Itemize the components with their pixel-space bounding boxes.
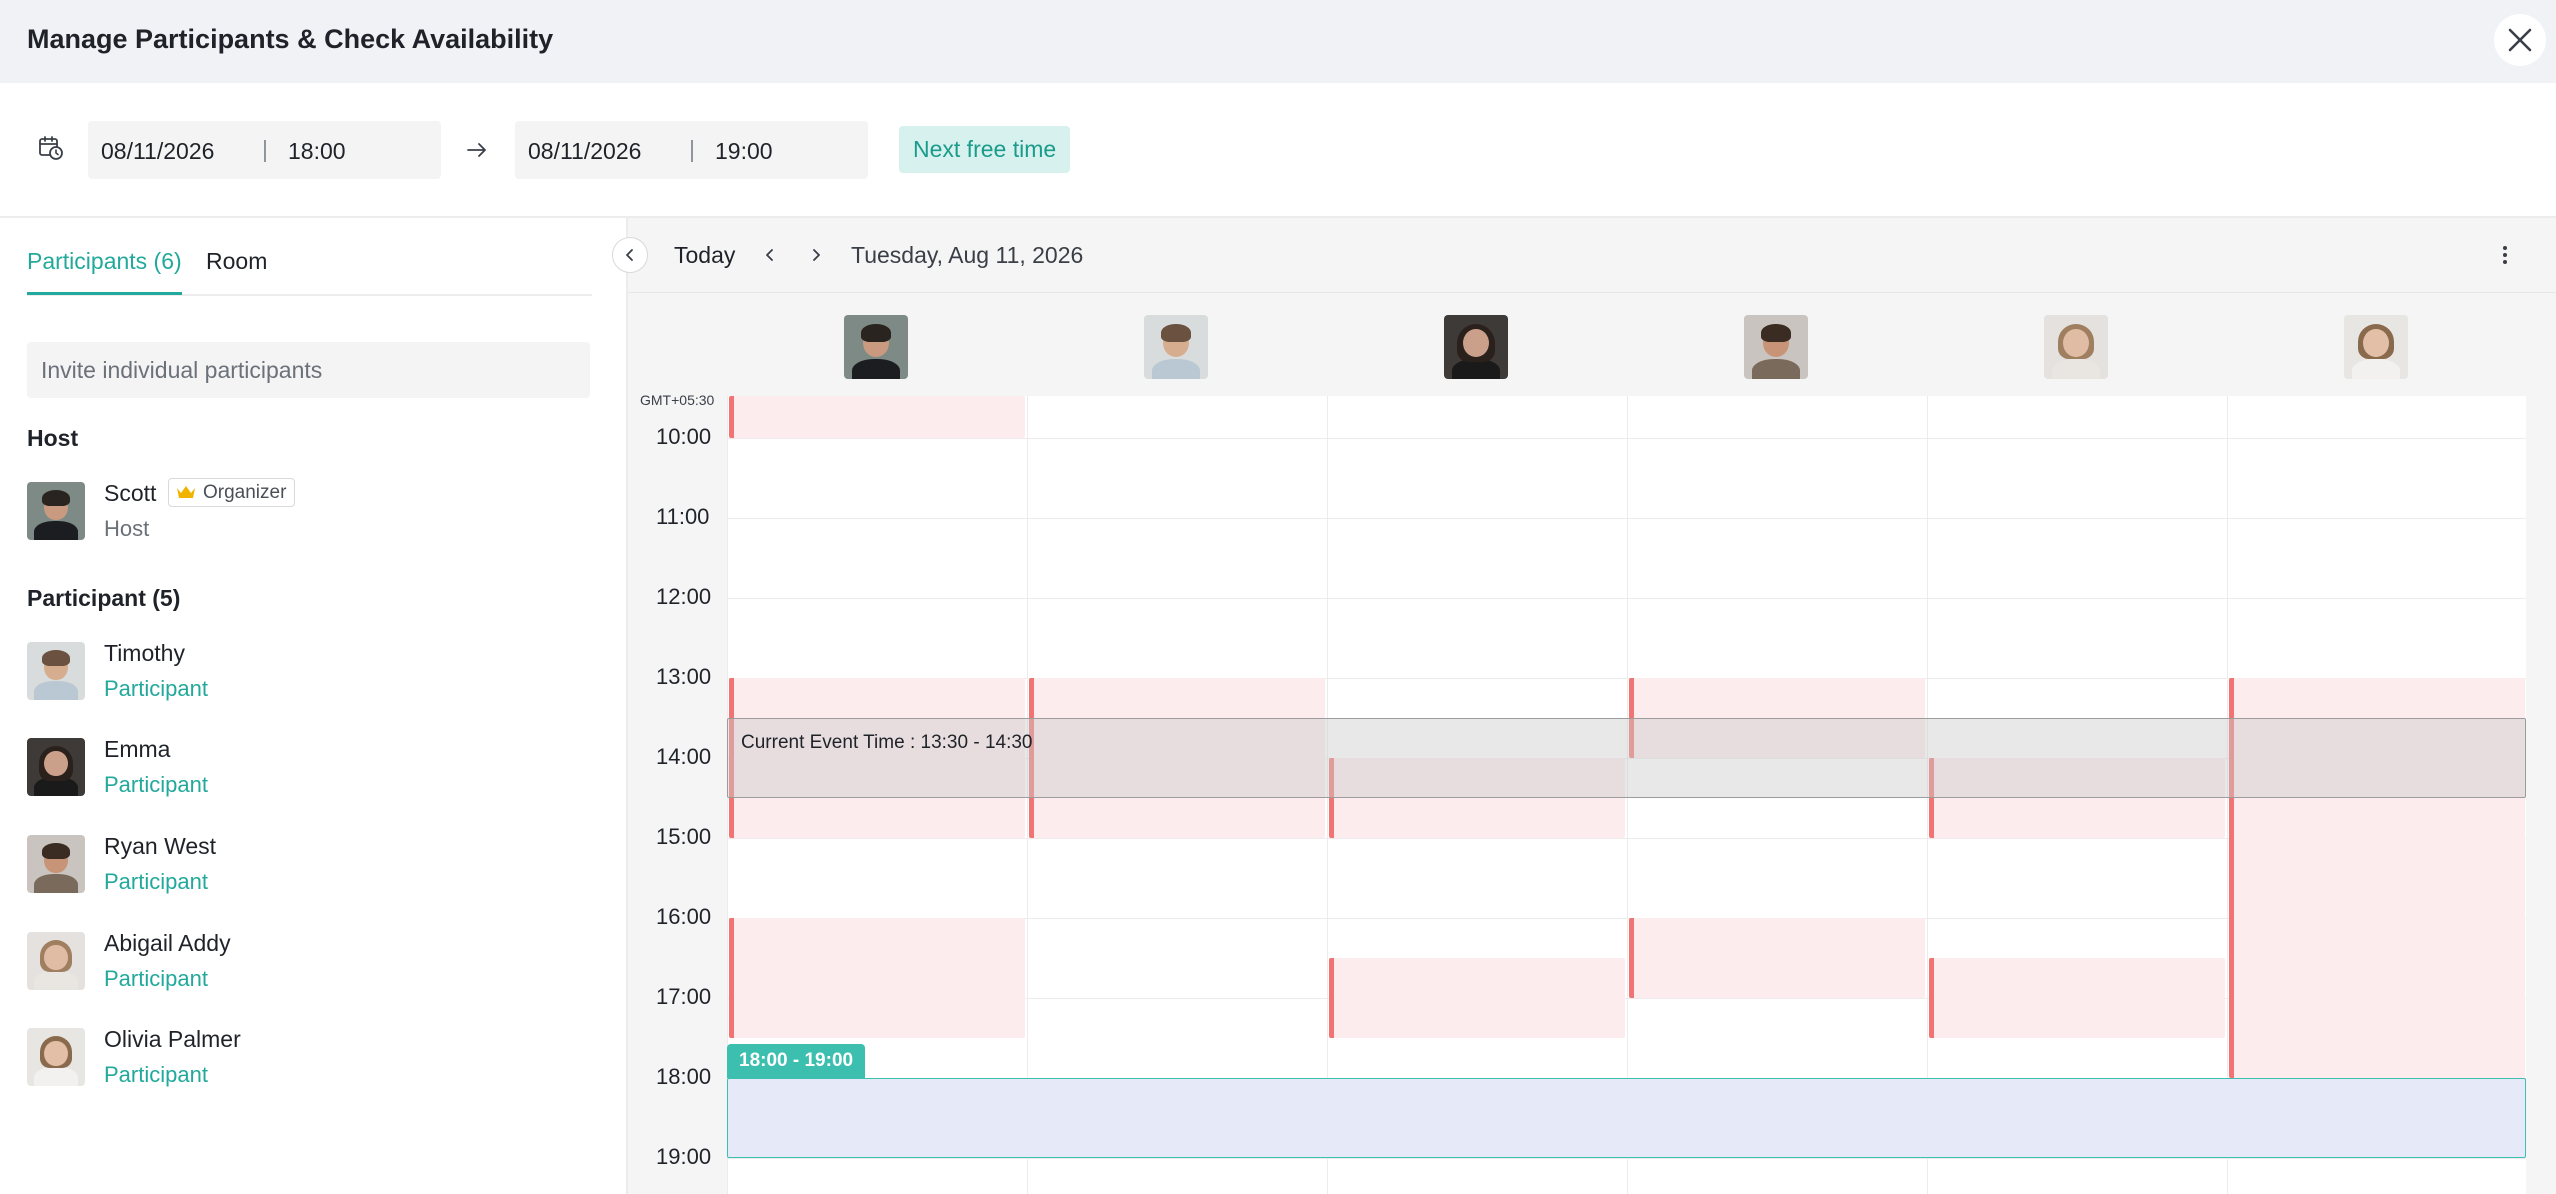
- time-label: 13:00: [656, 664, 712, 689]
- availability-calendar: Today Tuesday, Aug 11, 2026 GMT+05:30 10…: [612, 218, 2556, 1194]
- end-separator: |: [689, 136, 695, 162]
- busy-block[interactable]: [1329, 958, 1625, 1038]
- column-avatar-scott: [844, 315, 908, 379]
- timezone-label: GMT+05:30: [640, 392, 715, 408]
- avatar: [27, 835, 85, 893]
- close-icon: [2508, 28, 2532, 52]
- participants-section-title: Participant (5): [27, 585, 181, 611]
- avatar: [27, 1028, 85, 1086]
- crown-icon: [177, 486, 195, 498]
- chevron-left-icon: [766, 249, 773, 261]
- host-role: Host: [104, 516, 150, 541]
- current-date-label: Tuesday, Aug 11, 2026: [851, 242, 1084, 268]
- participant-role: Participant: [104, 966, 208, 991]
- participant-name: Ryan West: [104, 833, 217, 859]
- time-label: 14:00: [656, 744, 712, 769]
- selected-slot-badge[interactable]: 18:00 - 19:00: [727, 1044, 866, 1078]
- participant-name: Emma: [104, 736, 171, 762]
- column-avatar-olivia-palmer: [2344, 315, 2408, 379]
- participant-item-ryan-west[interactable]: Ryan West Participant: [27, 831, 587, 894]
- column-avatar-ryan-west: [1744, 315, 1808, 379]
- busy-block[interactable]: [1929, 958, 2225, 1038]
- more-vertical-icon: [2503, 246, 2507, 264]
- start-date[interactable]: 08/11/2026: [101, 138, 214, 165]
- calendar-toolbar: Today Tuesday, Aug 11, 2026: [628, 218, 2556, 293]
- host-name: Scott: [104, 480, 157, 506]
- invite-participants-input[interactable]: [27, 342, 590, 398]
- calendar-clock-icon: [39, 136, 63, 160]
- column-avatar-emma: [1444, 315, 1508, 379]
- end-datetime-field[interactable]: 08/11/2026 | 19:00: [515, 121, 868, 179]
- participant-role: Participant: [104, 772, 208, 797]
- time-label: 15:00: [656, 824, 712, 849]
- start-time[interactable]: 18:00: [288, 138, 346, 165]
- time-label: 17:00: [656, 984, 712, 1009]
- panel-tabs: Participants (6) Room: [27, 218, 592, 296]
- participant-avatar-row: [628, 293, 2556, 396]
- participant-role: Participant: [104, 869, 208, 894]
- avatar: [27, 738, 85, 796]
- avatar: [27, 642, 85, 700]
- time-grid: GMT+05:30 10:00 11:00 12:00 13:00 14:00 …: [628, 392, 2556, 1194]
- more-options-button[interactable]: [2495, 240, 2515, 270]
- time-label: 10:00: [656, 424, 712, 449]
- participant-item-abigail-addy[interactable]: Abigail Addy Participant: [27, 928, 587, 991]
- busy-block[interactable]: [729, 396, 1025, 438]
- participant-role: Participant: [104, 676, 208, 701]
- participant-item-olivia-palmer[interactable]: Olivia Palmer Participant: [27, 1024, 587, 1087]
- organizer-badge-label: Organizer: [203, 482, 287, 503]
- arrow-right-icon: [467, 143, 486, 157]
- close-button[interactable]: [2494, 14, 2546, 66]
- time-label: 11:00: [656, 504, 710, 529]
- organizer-badge: Organizer: [168, 478, 296, 507]
- current-event-block[interactable]: Current Event Time : 13:30 - 14:30: [727, 718, 2526, 798]
- current-event-label: Current Event Time : 13:30 - 14:30: [741, 732, 1033, 753]
- tab-room[interactable]: Room: [206, 248, 267, 275]
- column-avatar-abigail-addy: [2044, 315, 2108, 379]
- time-label: 12:00: [656, 584, 712, 609]
- time-label: 16:00: [656, 904, 712, 929]
- participant-name: Timothy: [104, 640, 185, 666]
- host-section-title: Host: [27, 425, 79, 451]
- date-time-row: 08/11/2026 | 18:00 08/11/2026 | 19:00 Ne…: [0, 83, 2556, 218]
- busy-block[interactable]: [729, 918, 1025, 1038]
- next-day-button[interactable]: [804, 240, 828, 270]
- time-label: 18:00: [656, 1064, 712, 1089]
- start-datetime-field[interactable]: 08/11/2026 | 18:00: [88, 121, 441, 179]
- modal-title: Manage Participants & Check Availability: [27, 24, 554, 54]
- avatar: [27, 932, 85, 990]
- today-button[interactable]: Today: [674, 242, 735, 269]
- host-item[interactable]: Scott Organizer Host: [27, 478, 587, 541]
- start-separator: |: [262, 136, 268, 162]
- time-label: 19:00: [656, 1144, 712, 1169]
- tab-participants[interactable]: Participants (6): [27, 248, 182, 295]
- modal-header: Manage Participants & Check Availability: [0, 0, 2556, 83]
- participant-name: Olivia Palmer: [104, 1026, 241, 1052]
- busy-block[interactable]: [1629, 918, 1925, 998]
- participant-item-timothy[interactable]: Timothy Participant: [27, 638, 587, 701]
- schedule-grid[interactable]: Current Event Time : 13:30 - 14:30 18:00…: [727, 396, 2526, 1194]
- selected-time-slot[interactable]: [727, 1078, 2526, 1158]
- participant-item-emma[interactable]: Emma Participant: [27, 734, 587, 797]
- participant-name: Abigail Addy: [104, 930, 231, 956]
- chevron-left-icon: [626, 249, 633, 261]
- end-date[interactable]: 08/11/2026: [528, 138, 641, 165]
- avatar: [27, 482, 85, 540]
- participant-role: Participant: [104, 1062, 208, 1087]
- next-free-time-button[interactable]: Next free time: [899, 126, 1071, 173]
- column-avatar-timothy: [1144, 315, 1208, 379]
- participants-panel: Participants (6) Room Host Scott Organiz…: [0, 218, 628, 1194]
- collapse-panel-button[interactable]: [612, 237, 648, 273]
- chevron-right-icon: [813, 249, 820, 261]
- end-time[interactable]: 19:00: [715, 138, 773, 165]
- previous-day-button[interactable]: [758, 240, 782, 270]
